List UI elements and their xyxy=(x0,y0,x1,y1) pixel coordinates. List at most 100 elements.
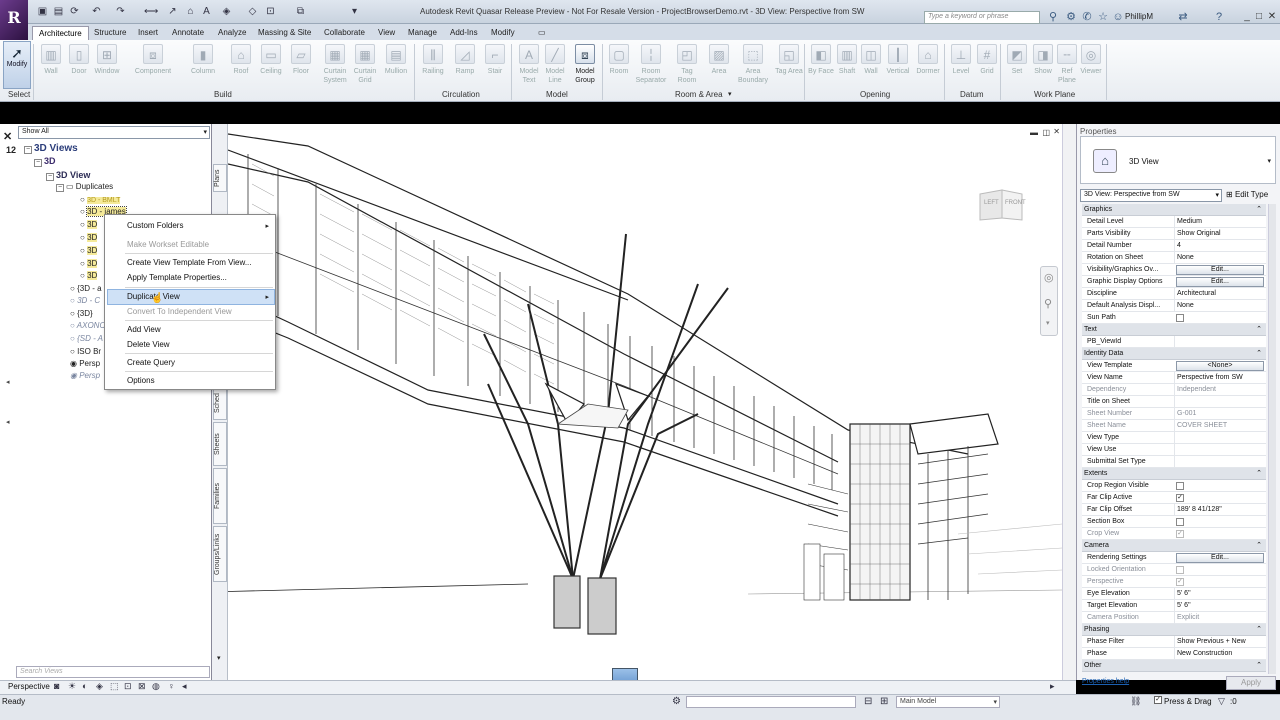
type-selector-preview[interactable]: ⌂ 3D View ▾ xyxy=(1080,136,1276,184)
tag-icon[interactable]: ⌂ xyxy=(184,5,197,18)
tab-analyze[interactable]: Analyze xyxy=(212,26,252,40)
stair-button[interactable]: ⌐ Stair xyxy=(480,42,510,88)
tab-add-ins[interactable]: Add-Ins xyxy=(444,26,484,40)
drawing-canvas[interactable]: ▬ ◫ ✕ xyxy=(228,124,1062,680)
menu-item-create-query[interactable]: Create Query xyxy=(127,358,175,367)
prop-row[interactable]: Graphic Display Options Edit... xyxy=(1082,276,1266,288)
select-panel-label[interactable]: Select xyxy=(8,90,30,99)
sync-icon[interactable]: ⟳ xyxy=(68,5,81,18)
measure-icon[interactable]: ⟷ xyxy=(144,5,158,18)
save-icon[interactable]: ▤ xyxy=(52,5,65,18)
properties-help-link[interactable]: Properties help xyxy=(1082,678,1129,685)
grid-button[interactable]: # Grid xyxy=(972,42,1002,88)
group-extents[interactable]: Extents ⌃ xyxy=(1082,468,1266,480)
tree-node-3d-view[interactable]: −3D View xyxy=(46,170,90,181)
undo-icon[interactable]: ↶ xyxy=(90,5,103,18)
prop-row[interactable]: Far Clip Active ✓ xyxy=(1082,492,1266,504)
3d-view-icon[interactable]: ◈ xyxy=(220,5,233,18)
prop-row[interactable]: PB_ViewId xyxy=(1082,336,1266,348)
tree-leaf[interactable]: ○ 3D xyxy=(80,246,98,255)
sun-path-icon[interactable]: ☀ xyxy=(68,681,76,692)
prop-row[interactable]: Far Clip Offset 189' 8 41/128" xyxy=(1082,504,1266,516)
viewcube-front-face[interactable]: FRONT xyxy=(1005,200,1026,206)
design-options-icon[interactable]: ⊟ xyxy=(864,696,872,707)
tab-massing-site[interactable]: Massing & Site xyxy=(252,26,317,40)
nav-dropdown-icon[interactable]: ▾ xyxy=(1046,319,1050,327)
menu-item-create-view-template[interactable]: Create View Template From View... xyxy=(127,258,252,267)
curtain-system-button[interactable]: ▦ Curtain System xyxy=(318,42,352,88)
tab-families[interactable]: Families xyxy=(213,468,227,524)
tree-leaf[interactable]: ○ {3D - a xyxy=(70,284,102,293)
render-icon[interactable]: ◈ xyxy=(96,681,103,692)
edit-type-button[interactable]: ⊞ Edit Type xyxy=(1226,190,1268,199)
room-button[interactable]: ▢ Room xyxy=(604,42,634,88)
prop-row[interactable]: View Use xyxy=(1082,444,1266,456)
model-line-button[interactable]: ╱ Model Line xyxy=(540,42,570,88)
design-options-icon[interactable]: ⊞ xyxy=(880,696,888,707)
tree-leaf[interactable]: ○ ISO Br xyxy=(70,347,101,356)
vertical-button[interactable]: ┃ Vertical xyxy=(882,42,914,88)
tree-leaf[interactable]: ○ 3D xyxy=(80,233,98,242)
edit-button[interactable]: Edit... xyxy=(1176,277,1264,287)
group-graphics[interactable]: Graphics ⌃ xyxy=(1082,204,1266,216)
close-button[interactable]: ✕ xyxy=(1265,11,1279,23)
crop-icon[interactable]: ⬚ xyxy=(110,681,119,692)
open-icon[interactable]: ▣ xyxy=(36,5,49,18)
workset-dropdown[interactable] xyxy=(686,696,856,708)
prop-row[interactable]: View Type xyxy=(1082,432,1266,444)
communication-icon[interactable]: ✆ xyxy=(1080,10,1094,24)
tab-modify[interactable]: Modify xyxy=(485,26,521,40)
prop-row[interactable]: Target Elevation 5' 6" xyxy=(1082,600,1266,612)
exchange-icon[interactable]: ⇄ xyxy=(1176,10,1190,24)
viewer-button[interactable]: ◎ Viewer xyxy=(1076,42,1106,88)
viewcube-left-face[interactable]: LEFT xyxy=(984,200,999,206)
tab-sheets[interactable]: Sheets xyxy=(213,422,227,466)
tab-plans[interactable]: Plans xyxy=(213,164,227,192)
group-identity-data[interactable]: Identity Data ⌃ xyxy=(1082,348,1266,360)
tree-leaf[interactable]: ○ 3D - BMLT xyxy=(80,195,121,204)
user-name[interactable]: PhillipM xyxy=(1125,12,1153,21)
lock-icon[interactable]: ⊠ xyxy=(138,681,146,692)
door-button[interactable]: ▯ Door xyxy=(64,42,94,88)
tab-manage[interactable]: Manage xyxy=(402,26,443,40)
group-phasing[interactable]: Phasing ⌃ xyxy=(1082,624,1266,636)
tree-leaf[interactable]: ○ 3D xyxy=(80,220,98,229)
room-area-dropdown-icon[interactable]: ▾ xyxy=(728,90,732,98)
view-template-button[interactable]: <None> xyxy=(1176,361,1264,371)
room-area-panel-label[interactable]: Room & Area xyxy=(675,90,723,99)
switch-windows-icon[interactable]: ⧉ xyxy=(294,5,307,18)
app-menu-button[interactable]: R xyxy=(0,0,28,40)
dimension-icon[interactable]: ↗ xyxy=(166,5,179,18)
properties-scrollbar[interactable] xyxy=(1268,204,1276,674)
tree-leaf[interactable]: ○ 3D xyxy=(80,271,98,280)
tab-annotate[interactable]: Annotate xyxy=(166,26,210,40)
browser-filter-dropdown[interactable]: Show All ▾ xyxy=(18,126,210,139)
zoom-icon[interactable]: ⚲ xyxy=(1044,297,1052,310)
expand-icon[interactable]: ◂ xyxy=(182,681,187,692)
checkbox[interactable] xyxy=(1176,518,1184,526)
search-views-input[interactable]: Search Views xyxy=(16,666,210,678)
maximize-button[interactable]: □ xyxy=(1252,11,1266,23)
scroll-right-icon[interactable]: ▸ xyxy=(1050,681,1055,692)
help-search-input[interactable]: Type a keyword or phrase xyxy=(924,11,1040,24)
ceiling-button[interactable]: ▭ Ceiling xyxy=(256,42,286,88)
prop-row[interactable]: Crop Region Visible xyxy=(1082,480,1266,492)
prop-row[interactable]: Parts Visibility Show Original xyxy=(1082,228,1266,240)
close-icon[interactable]: ✕ xyxy=(3,130,12,143)
tab-architecture[interactable]: Architecture xyxy=(32,26,89,40)
prop-row[interactable]: Rendering Settings Edit... xyxy=(1082,552,1266,564)
tree-leaf[interactable]: ○ AXONO xyxy=(70,321,106,330)
prop-row[interactable]: Submittal Set Type xyxy=(1082,456,1266,468)
binoculars-icon[interactable]: ⚲ xyxy=(1046,10,1060,24)
column-button[interactable]: ▮ Column xyxy=(188,42,218,88)
prop-row[interactable]: Rotation on Sheet None xyxy=(1082,252,1266,264)
checkbox[interactable] xyxy=(1176,482,1184,490)
menu-item-custom-folders[interactable]: Custom Folders xyxy=(127,221,183,230)
modify-button[interactable]: ➚ Modify xyxy=(3,41,31,89)
instance-selector-dropdown[interactable]: 3D View: Perspective from SW ▾ xyxy=(1080,189,1222,202)
tree-leaf[interactable]: ○ {SD - A xyxy=(70,334,103,343)
ramp-button[interactable]: ◿ Ramp xyxy=(450,42,480,88)
favorites-icon[interactable]: ☆ xyxy=(1096,10,1110,24)
close-hidden-icon[interactable]: ⊡ xyxy=(264,5,277,18)
design-option-dropdown[interactable]: Main Model ▾ xyxy=(896,696,1000,708)
